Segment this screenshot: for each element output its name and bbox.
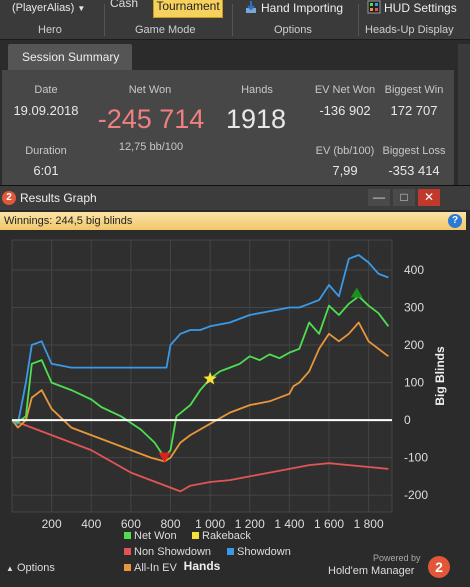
x-tick-label: 1 000 [195,517,225,531]
hud-icon [367,0,381,14]
winnings-bar: Winnings: 244,5 big blinds ? [0,212,466,230]
hand-importing-button[interactable]: Hand Importing [244,0,343,20]
hands-value: 1918 [226,104,287,134]
hem-logo-icon: 2 [428,556,450,578]
tournament-button[interactable]: Tournament [153,0,223,18]
import-icon [246,1,256,13]
ev-net-won-value: -136 902 [319,103,371,118]
brand-name: Hold'em Manager [328,565,415,577]
winnings-text: Winnings: 244,5 big blinds [4,215,133,227]
hero-value: (PlayerAlias) [12,2,75,14]
hero-selector[interactable]: (PlayerAlias) ▼ [12,2,85,14]
y-tick-label: 100 [404,376,424,390]
graph-title-bar[interactable]: 2 Results Graph — □ ✕ [0,186,470,210]
hero-group-label: Hero [38,24,62,36]
duration-label: Duration [25,145,67,157]
toolbar-divider [232,4,233,36]
x-axis-label: Hands [184,559,221,573]
x-tick-label: 400 [81,517,101,531]
legend-item-showdown: Showdown [227,546,291,558]
legend-item-rakeback: Rakeback [192,530,251,542]
game-mode-group-label: Game Mode [135,24,196,36]
x-tick-label: 800 [160,517,180,531]
hem2-badge-icon: 2 [2,191,16,205]
powered-by-text: Powered by [373,553,421,563]
x-tick-label: 1 400 [274,517,304,531]
chevron-down-icon: ▼ [77,4,86,13]
biggest-loss-value: -353 414 [388,163,440,178]
x-tick-label: 200 [42,517,62,531]
y-axis-label: Big Blinds [433,346,447,406]
options-label: Options [16,562,55,574]
ev-bb-label: EV (bb/100) [315,145,375,157]
hand-importing-label: Hand Importing [261,1,344,15]
legend-item-net-won: Net Won [124,530,177,542]
maximize-button[interactable]: □ [393,189,415,206]
y-tick-label: 0 [404,413,411,427]
y-tick-label: -100 [404,451,428,465]
ev-bb-value: 7,99 [332,163,358,178]
date-label: Date [34,84,58,96]
x-tick-label: 1 600 [314,517,344,531]
plot-background [11,239,393,513]
minimize-button[interactable]: — [368,189,390,206]
toolbar-divider [104,4,105,36]
headsup-group-label: Heads-Up Display [365,24,454,36]
y-tick-label: 400 [404,263,424,277]
hud-settings-label: HUD Settings [384,1,457,15]
legend-item-all-in-ev: All-In EV [124,562,177,574]
legend-swatch [227,548,234,555]
toolbar-divider [358,4,359,36]
duration-value: 6:01 [33,163,59,178]
legend-swatch [124,548,131,555]
help-icon[interactable]: ? [448,214,462,228]
legend-swatch [192,532,199,539]
biggest-loss-label: Biggest Loss [382,145,446,157]
net-won-value: -245 714 [97,104,205,134]
top-toolbar: (PlayerAlias) ▼ Hero Cash Tournament Gam… [0,0,470,40]
net-won-label: Net Won [128,84,172,96]
results-graph-window: 2 Results Graph — □ ✕ Winnings: 244,5 bi… [0,185,470,587]
x-tick-label: 1 200 [235,517,265,531]
session-summary-tab[interactable]: Session Summary [8,44,132,70]
bb-per-100-value: 12,75 bb/100 [118,141,184,153]
cash-button[interactable]: Cash [110,0,152,18]
x-tick-label: 1 800 [354,517,384,531]
graph-window-title: Results Graph [20,191,97,205]
options-button[interactable]: ▲ Options [6,562,55,574]
hud-settings-button[interactable]: HUD Settings [367,0,457,20]
x-tick-label: 600 [121,517,141,531]
side-panel-edge [458,44,470,186]
y-tick-label: 300 [404,301,424,315]
hands-label: Hands [241,84,273,96]
biggest-win-label: Biggest Win [384,84,444,96]
y-tick-label: -200 [404,488,428,502]
ev-net-won-label: EV Net Won [314,84,376,96]
caret-up-icon: ▲ [6,564,14,573]
legend-swatch [124,564,131,571]
biggest-win-value: 172 707 [390,103,438,118]
legend-swatch [124,532,131,539]
date-value: 19.09.2018 [13,103,79,118]
close-button[interactable]: ✕ [418,189,440,206]
legend-item-non-showdown: Non Showdown [124,546,211,558]
options-group-label: Options [274,24,312,36]
y-tick-label: 200 [404,338,424,352]
